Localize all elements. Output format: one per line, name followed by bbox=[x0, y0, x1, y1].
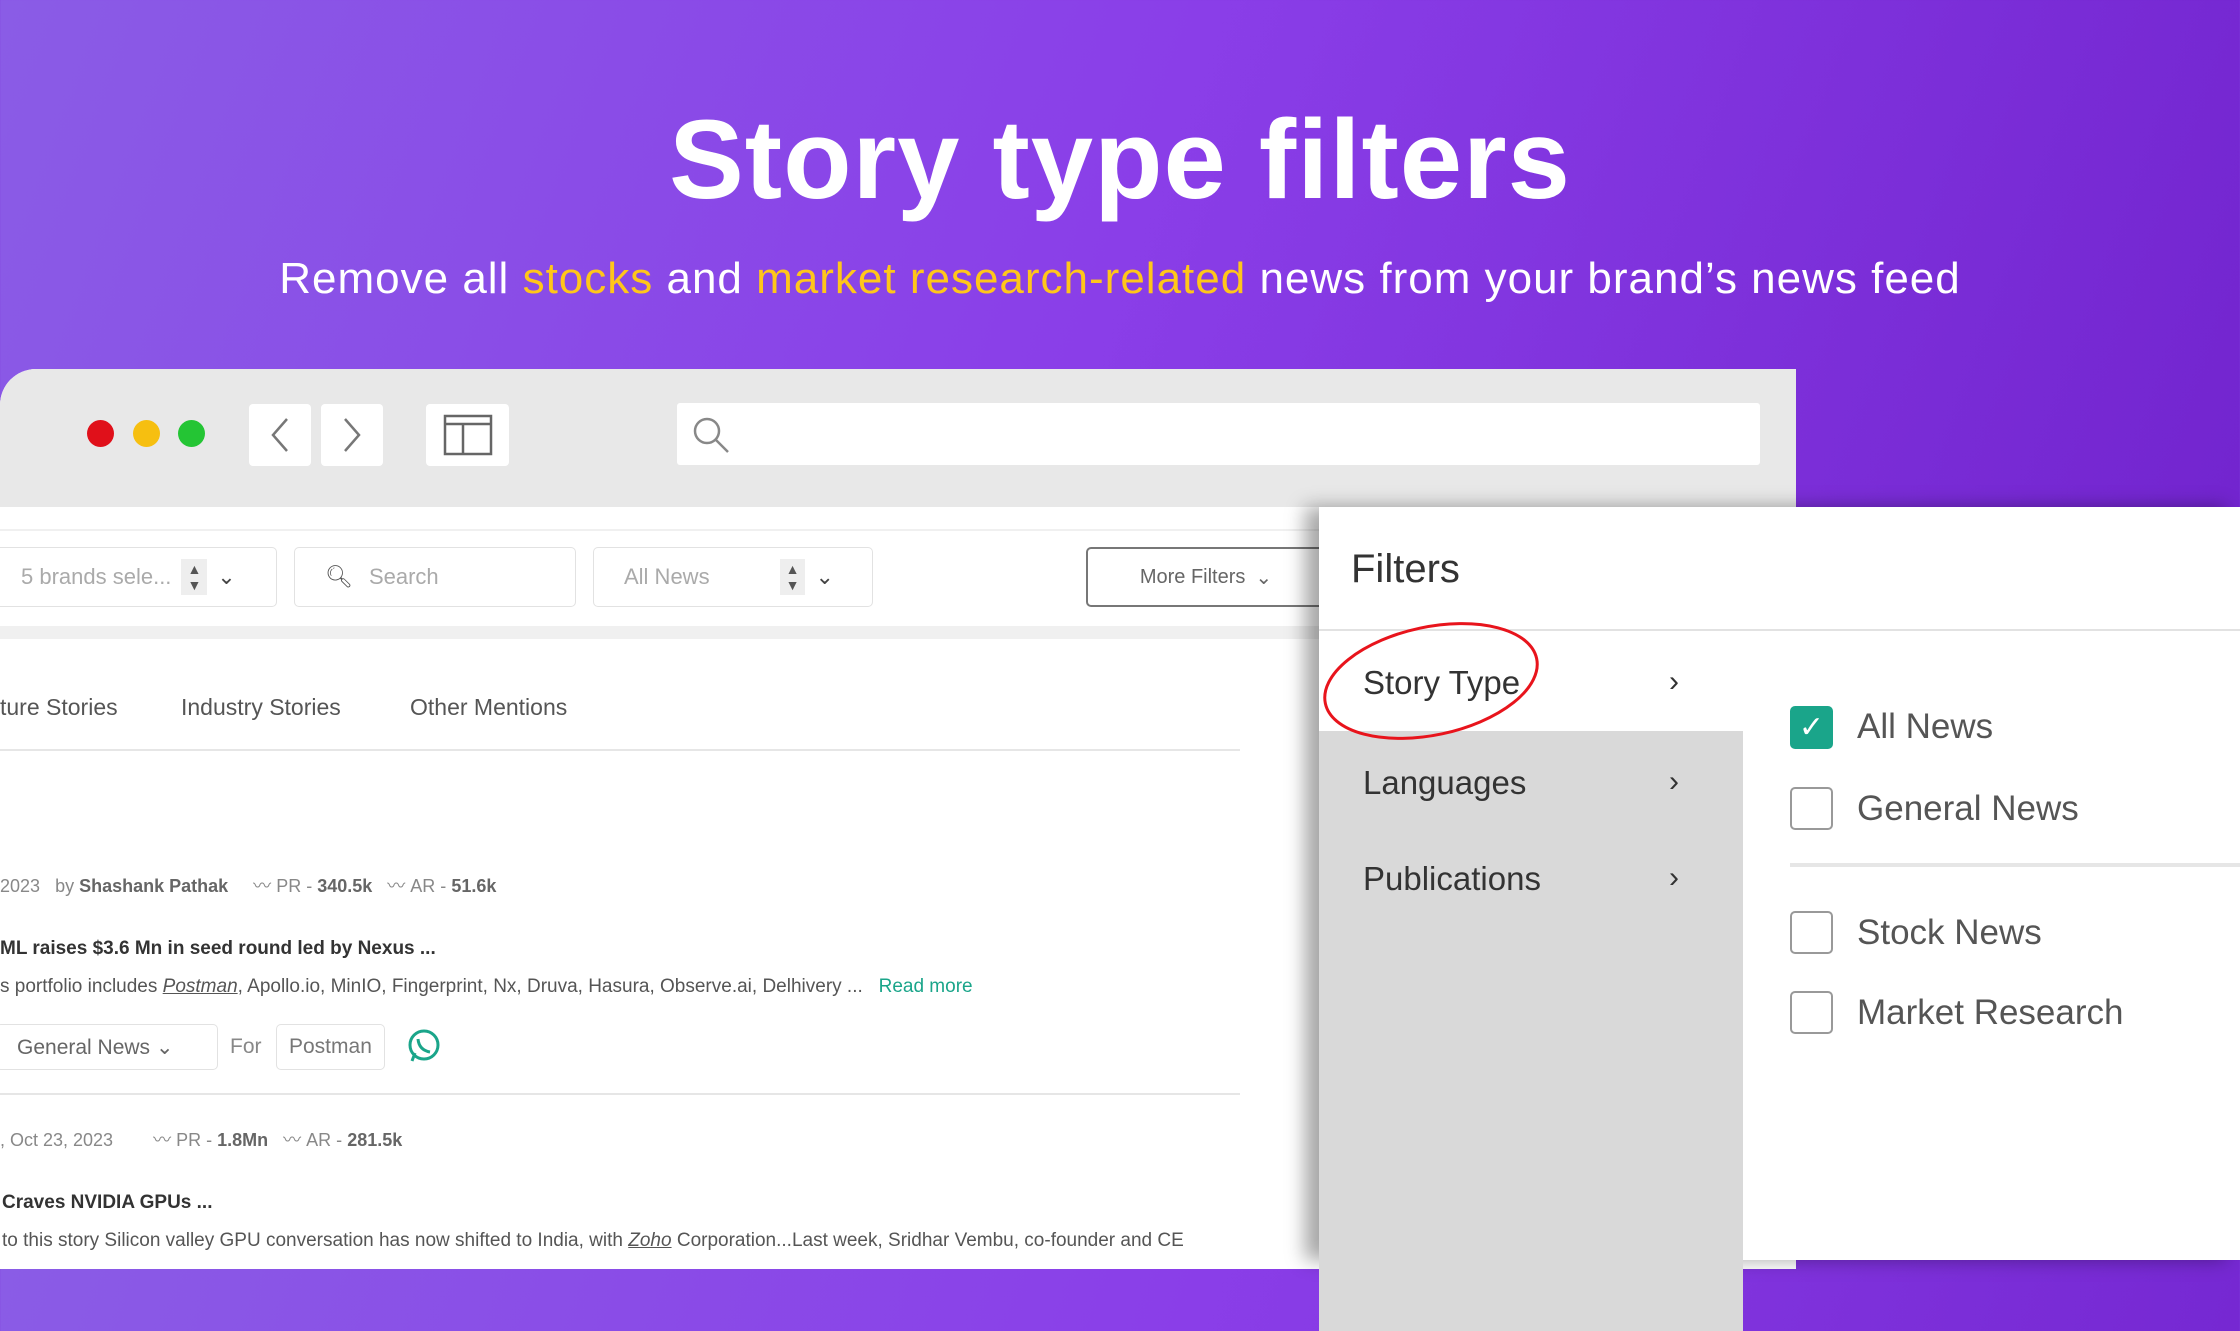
tab-other-mentions[interactable]: Other Mentions bbox=[410, 694, 567, 721]
story-headline[interactable]: ML raises $3.6 Mn in seed round led by N… bbox=[0, 938, 436, 960]
story-snippet: to this story Silicon valley GPU convers… bbox=[2, 1230, 1184, 1251]
tab-industry-stories[interactable]: Industry Stories bbox=[181, 694, 341, 721]
trend-icon: 〰 bbox=[253, 876, 272, 896]
maximize-window-button[interactable] bbox=[178, 420, 205, 447]
checkbox-market-research[interactable] bbox=[1790, 991, 1833, 1034]
menu-publications[interactable]: Publications › bbox=[1319, 833, 1743, 923]
tabs-divider bbox=[0, 749, 1240, 751]
brands-select[interactable]: 5 brands sele... ▲ ▼ ⌄ bbox=[0, 547, 277, 607]
chevron-right-icon: › bbox=[1669, 765, 1679, 798]
brand-tag[interactable]: Postman bbox=[276, 1024, 385, 1070]
story-meta: , Oct 23, 2023 〰 PR - 1.8Mn 〰 AR - 281.5… bbox=[0, 1130, 403, 1150]
sidebar-icon bbox=[443, 414, 492, 456]
chevron-right-icon: › bbox=[1669, 861, 1679, 894]
close-window-button[interactable] bbox=[87, 420, 114, 447]
hero-title: Story type filters bbox=[669, 97, 1571, 222]
brand-link[interactable]: Postman bbox=[163, 976, 238, 997]
more-filters-button[interactable]: More Filters ⌄ bbox=[1086, 547, 1326, 607]
chevron-down-icon: ⌄ bbox=[815, 564, 834, 589]
checkbox-all-news[interactable]: ✓ bbox=[1790, 706, 1833, 749]
hero-subtitle: Remove all stocks and market research-re… bbox=[279, 254, 1961, 303]
story-type-tag-select[interactable]: General News ⌄ bbox=[0, 1024, 218, 1070]
tabs-row: ture Stories Industry Stories Other Ment… bbox=[0, 694, 600, 724]
filters-title: Filters bbox=[1351, 547, 1460, 591]
option-label: Market Research bbox=[1857, 993, 2124, 1032]
chevron-down-icon: ⌄ bbox=[217, 564, 236, 589]
story-snippet: s portfolio includes Postman, Apollo.io,… bbox=[0, 976, 973, 997]
filters-panel: Filters Story Type › Languages › Publicati… bbox=[1319, 507, 2240, 1331]
option-label: All News bbox=[1857, 707, 1994, 746]
options-divider bbox=[1790, 863, 2240, 867]
tab-feature-stories[interactable]: ture Stories bbox=[0, 694, 118, 721]
chevron-down-icon: ⌄ bbox=[155, 1036, 174, 1059]
news-type-select[interactable]: All News ▲ ▼ ⌄ bbox=[593, 547, 873, 607]
checkbox-general-news[interactable] bbox=[1790, 787, 1833, 830]
check-icon: ✓ bbox=[1798, 711, 1825, 744]
stepper-icon: ▲ ▼ bbox=[181, 559, 208, 595]
stepper-icon: ▲ ▼ bbox=[779, 559, 806, 595]
chevron-right-icon bbox=[344, 418, 361, 452]
option-label: General News bbox=[1857, 789, 2079, 828]
search-icon bbox=[693, 417, 729, 453]
option-label: Stock News bbox=[1857, 913, 2042, 952]
for-label: For bbox=[230, 1035, 262, 1058]
story-meta: 2023 by Shashank Pathak 〰 PR - 340.5k 〰 … bbox=[0, 876, 497, 896]
brand-link[interactable]: Zoho bbox=[628, 1230, 671, 1251]
address-bar[interactable] bbox=[677, 403, 1760, 465]
chevron-right-icon: › bbox=[1669, 665, 1679, 698]
search-input[interactable]: 🔍︎ Search bbox=[294, 547, 576, 607]
forward-button[interactable] bbox=[321, 404, 383, 466]
checkbox-stock-news[interactable] bbox=[1790, 911, 1833, 954]
browser-toolbar bbox=[0, 369, 1796, 507]
read-more-link[interactable]: Read more bbox=[879, 976, 973, 997]
sidebar-toggle-button[interactable] bbox=[426, 404, 509, 466]
story-headline[interactable]: Craves NVIDIA GPUs ... bbox=[2, 1192, 212, 1214]
minimize-window-button[interactable] bbox=[133, 420, 160, 447]
trend-icon: 〰 bbox=[387, 876, 406, 896]
whatsapp-icon[interactable] bbox=[406, 1028, 442, 1064]
trend-icon: 〰 bbox=[283, 1130, 302, 1150]
back-button[interactable] bbox=[249, 404, 311, 466]
search-icon: 🔍︎ bbox=[325, 564, 353, 589]
chevron-left-icon bbox=[271, 418, 288, 452]
chevron-down-icon: ⌄ bbox=[1255, 566, 1273, 589]
annotation-circle-icon bbox=[1323, 622, 1539, 740]
trend-icon: 〰 bbox=[153, 1130, 172, 1150]
menu-languages[interactable]: Languages › bbox=[1319, 737, 1743, 827]
story-divider bbox=[0, 1093, 1240, 1095]
